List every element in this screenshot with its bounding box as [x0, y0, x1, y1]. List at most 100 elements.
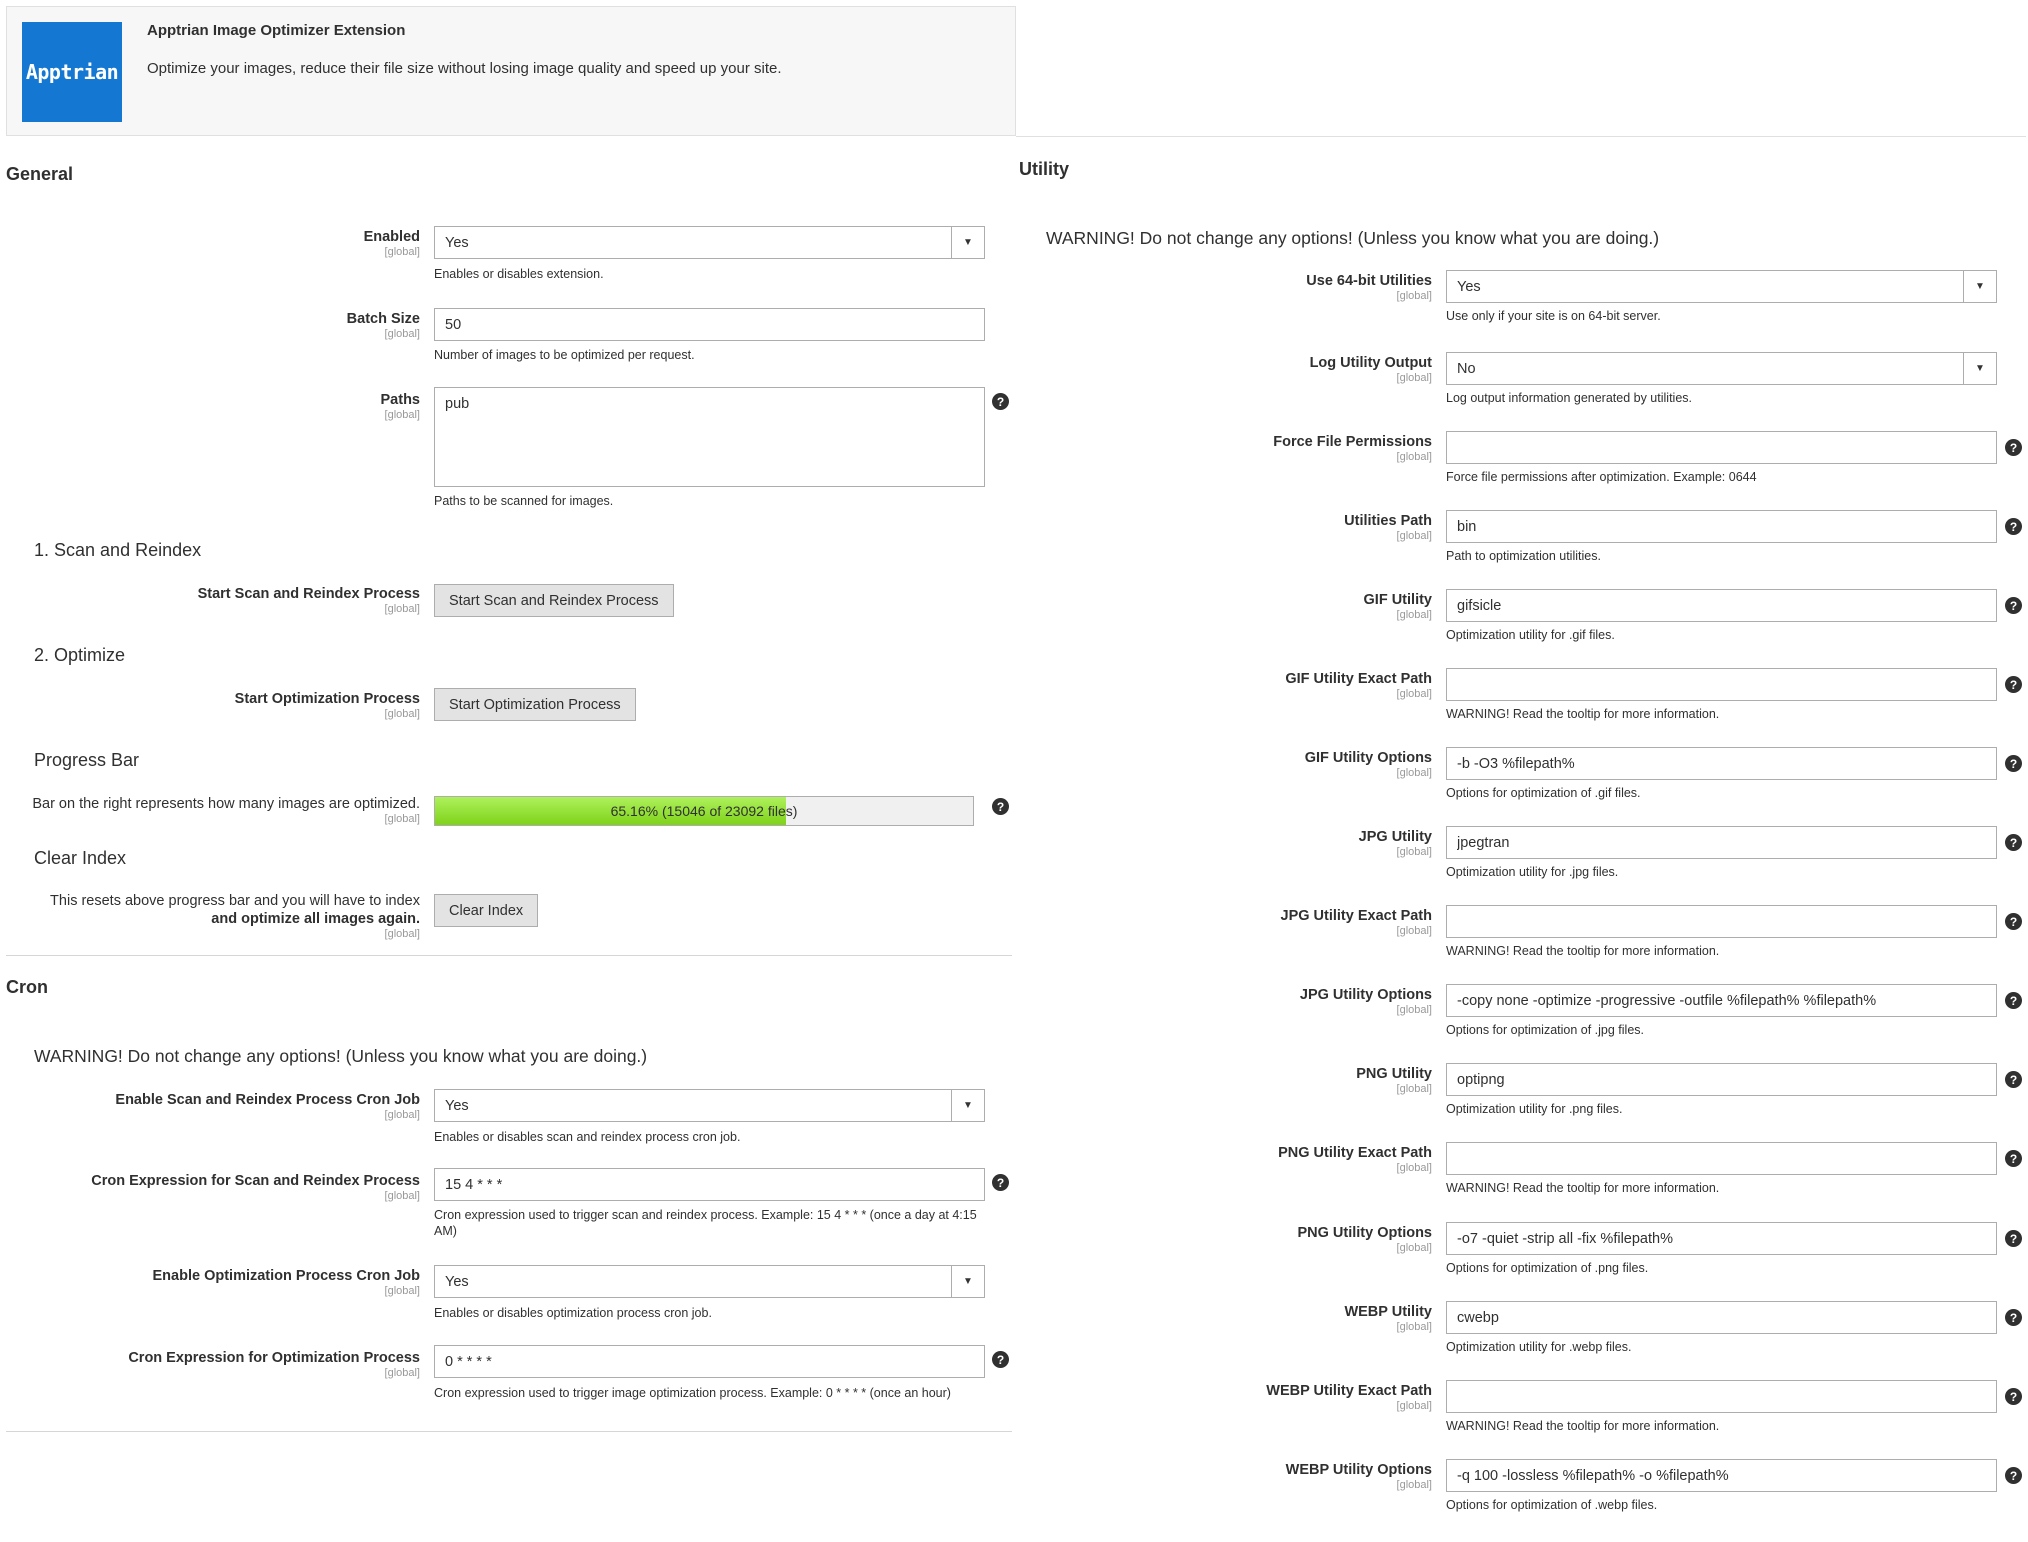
webp-exact-hint: WARNING! Read the tooltip for more infor…	[1446, 1419, 1720, 1433]
help-icon[interactable]: ?	[992, 1174, 1009, 1191]
webp-opts-input[interactable]	[1446, 1459, 1997, 1492]
help-icon[interactable]: ?	[992, 798, 1009, 815]
enabled-value: Yes	[445, 234, 469, 251]
batch-size-label: Batch Size	[346, 311, 420, 327]
help-icon[interactable]: ?	[2005, 439, 2022, 456]
png-exact-input[interactable]	[1446, 1142, 1997, 1175]
jpg-exact-label-block: JPG Utility Exact Path [global]	[1020, 907, 1433, 938]
scope-label: [global]	[384, 246, 420, 258]
paths-textarea[interactable]: pub	[434, 387, 985, 487]
png-util-hint: Optimization utility for .png files.	[1446, 1102, 1623, 1116]
help-icon[interactable]: ?	[992, 1351, 1009, 1368]
gif-opts-input[interactable]	[1446, 747, 1997, 780]
help-icon[interactable]: ?	[2005, 1388, 2022, 1405]
logo-text: Apptrian	[25, 60, 119, 84]
start-scan-reindex-button[interactable]: Start Scan and Reindex Process	[434, 584, 674, 617]
extension-description: Optimize your images, reduce their file …	[147, 60, 782, 77]
png-opts-label: PNG Utility Options	[1297, 1225, 1432, 1241]
png-util-input[interactable]	[1446, 1063, 1997, 1096]
scan-label-block: Start Scan and Reindex Process [global]	[0, 585, 420, 616]
help-icon[interactable]: ?	[2005, 992, 2022, 1009]
scan-cron-expression-input[interactable]	[434, 1168, 985, 1201]
scan-cron-label: Enable Scan and Reindex Process Cron Job	[115, 1092, 420, 1108]
help-icon[interactable]: ?	[2005, 1467, 2022, 1484]
help-icon[interactable]: ?	[2005, 1230, 2022, 1247]
progress-bar-title: Progress Bar	[34, 750, 140, 770]
progress-label: Bar on the right represents how many ima…	[32, 796, 420, 812]
clear-label-block: This resets above progress bar and you w…	[0, 892, 420, 941]
png-exact-label-block: PNG Utility Exact Path [global]	[1020, 1144, 1432, 1175]
enabled-select[interactable]: Yes ▼	[434, 226, 985, 259]
force-perm-hint: Force file permissions after optimizatio…	[1446, 470, 1757, 484]
force-perm-label: Force File Permissions	[1273, 434, 1432, 450]
help-icon[interactable]: ?	[2005, 1150, 2022, 1167]
scan-expr-label-block: Cron Expression for Scan and Reindex Pro…	[0, 1172, 420, 1203]
util-path-hint: Path to optimization utilities.	[1446, 549, 1601, 563]
use64-value: Yes	[1457, 278, 1481, 295]
progress-label-block: Bar on the right represents how many ima…	[0, 795, 420, 826]
batch-size-input[interactable]	[434, 308, 985, 341]
jpg-util-label: JPG Utility	[1358, 829, 1432, 845]
scope-label: [global]	[1396, 925, 1432, 937]
help-icon[interactable]: ?	[2005, 1309, 2022, 1326]
opt-cron-label-block: Enable Optimization Process Cron Job [gl…	[0, 1267, 421, 1298]
scope-label: [global]	[384, 1367, 420, 1379]
jpg-opts-input[interactable]	[1446, 984, 1997, 1017]
opt-cron-expression-input[interactable]	[434, 1345, 985, 1378]
util-path-input[interactable]	[1446, 510, 1997, 543]
gif-util-input[interactable]	[1446, 589, 1997, 622]
jpg-exact-label: JPG Utility Exact Path	[1280, 908, 1433, 924]
progress-bar: 65.16% (15046 of 23092 files)	[434, 796, 974, 826]
jpg-util-input[interactable]	[1446, 826, 1997, 859]
use64-select[interactable]: Yes ▼	[1446, 270, 1997, 303]
clear-index-title: Clear Index	[34, 848, 127, 868]
gif-util-label: GIF Utility	[1363, 592, 1432, 608]
log-output-select[interactable]: No ▼	[1446, 352, 1997, 385]
paths-label-block: Paths [global]	[0, 391, 421, 422]
jpg-util-label-block: JPG Utility [global]	[1020, 828, 1432, 859]
opt-cron-select[interactable]: Yes ▼	[434, 1265, 985, 1298]
util-path-label-block: Utilities Path [global]	[1020, 512, 1432, 543]
scope-label: [global]	[1396, 609, 1432, 621]
gif-exact-input[interactable]	[1446, 668, 1997, 701]
section-divider	[6, 1431, 1012, 1432]
force-perm-input[interactable]	[1446, 431, 1997, 464]
chevron-down-icon: ▼	[951, 1266, 984, 1297]
chevron-down-icon: ▼	[951, 227, 984, 258]
jpg-opts-hint: Options for optimization of .jpg files.	[1446, 1023, 1645, 1037]
help-icon[interactable]: ?	[2005, 676, 2022, 693]
help-icon[interactable]: ?	[2005, 597, 2022, 614]
help-icon[interactable]: ?	[2005, 834, 2022, 851]
clear-index-button[interactable]: Clear Index	[434, 894, 539, 927]
scope-label: [global]	[1396, 1400, 1432, 1412]
help-icon[interactable]: ?	[992, 393, 1009, 410]
help-icon[interactable]: ?	[2005, 518, 2022, 535]
help-icon[interactable]: ?	[2005, 755, 2022, 772]
clear-label-line1: This resets above progress bar and you w…	[50, 893, 420, 909]
scope-label: [global]	[384, 603, 420, 615]
scope-label: [global]	[384, 1285, 420, 1297]
scan-cron-select[interactable]: Yes ▼	[434, 1089, 985, 1122]
batch-size-hint: Number of images to be optimized per req…	[434, 348, 695, 362]
jpg-util-hint: Optimization utility for .jpg files.	[1446, 865, 1619, 879]
enabled-hint: Enables or disables extension.	[434, 267, 604, 281]
webp-exact-input[interactable]	[1446, 1380, 1997, 1413]
gif-util-hint: Optimization utility for .gif files.	[1446, 628, 1615, 642]
webp-util-input[interactable]	[1446, 1301, 1997, 1334]
scan-expr-hint: Cron expression used to trigger scan and…	[434, 1207, 994, 1239]
scope-label: [global]	[384, 928, 420, 940]
jpg-exact-input[interactable]	[1446, 905, 1997, 938]
cron-warning: WARNING! Do not change any options! (Unl…	[34, 1046, 648, 1066]
scope-label: [global]	[384, 409, 420, 421]
webp-exact-label: WEBP Utility Exact Path	[1266, 1383, 1432, 1399]
help-icon[interactable]: ?	[2005, 1071, 2022, 1088]
scan-reindex-title: 1. Scan and Reindex	[34, 540, 202, 560]
png-opts-input[interactable]	[1446, 1222, 1997, 1255]
scope-label: [global]	[1396, 688, 1432, 700]
gif-util-label-block: GIF Utility [global]	[1020, 591, 1432, 622]
scope-label: [global]	[1396, 846, 1432, 858]
help-icon[interactable]: ?	[2005, 913, 2022, 930]
optimize-label: Start Optimization Process	[234, 691, 420, 707]
start-optimization-button[interactable]: Start Optimization Process	[434, 688, 636, 721]
scope-label: [global]	[1396, 290, 1432, 302]
